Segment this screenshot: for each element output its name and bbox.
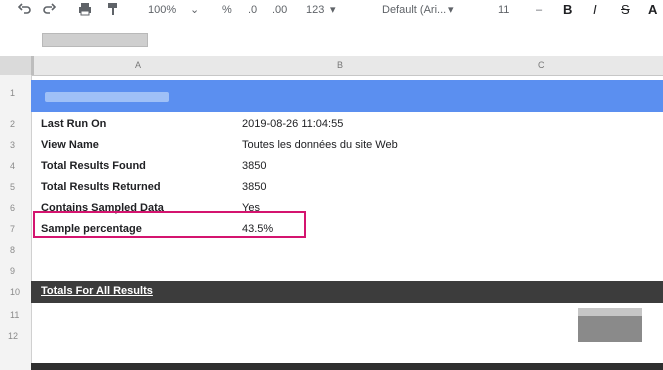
row-number[interactable]: 10: [0, 287, 31, 297]
label-total-results-returned[interactable]: Total Results Returned: [41, 181, 161, 193]
column-a-header[interactable]: A: [135, 60, 141, 70]
blurred-report-title: [45, 92, 169, 102]
label-view-name[interactable]: View Name: [41, 139, 99, 151]
value-total-results-returned[interactable]: 3850: [242, 181, 266, 193]
value-view-name[interactable]: Toutes les données du site Web: [242, 139, 398, 151]
row-number[interactable]: 6: [0, 203, 31, 213]
totals-header-label[interactable]: Totals For All Results: [41, 285, 153, 297]
column-c-header[interactable]: C: [538, 60, 545, 70]
blurred-cell-top: [578, 308, 642, 316]
more-formats-button[interactable]: 123: [306, 2, 324, 18]
redo-icon[interactable]: [42, 2, 56, 18]
value-last-run-on[interactable]: 2019-08-26 11:04:55: [242, 118, 343, 130]
report-header-band: [31, 80, 663, 112]
chevron-down-icon[interactable]: ▾: [448, 2, 454, 18]
row-number[interactable]: 11: [0, 310, 31, 320]
formula-bar: [0, 22, 663, 57]
label-last-run-on[interactable]: Last Run On: [41, 118, 106, 130]
chevron-down-icon[interactable]: ▾: [330, 2, 336, 18]
row-number[interactable]: 12: [0, 331, 31, 341]
label-total-results-found[interactable]: Total Results Found: [41, 160, 146, 172]
print-icon[interactable]: [78, 2, 92, 18]
row-number[interactable]: 2: [0, 119, 31, 129]
percent-format-button[interactable]: %: [222, 2, 232, 18]
toolbar: 100% ⌄ % .0 .00 123 ▾ Default (Ari... ▾ …: [0, 0, 663, 22]
bottom-grid-band: [31, 363, 663, 370]
row-number[interactable]: 5: [0, 182, 31, 192]
row-number[interactable]: 4: [0, 161, 31, 171]
name-box[interactable]: [42, 33, 148, 47]
strikethrough-button[interactable]: S: [621, 2, 630, 18]
zoom-select[interactable]: 100%: [148, 2, 176, 18]
row-number[interactable]: 9: [0, 266, 31, 276]
highlight-annotation-box: [33, 211, 306, 238]
row-number[interactable]: 8: [0, 245, 31, 255]
row-number[interactable]: 1: [0, 88, 31, 98]
minus-icon: –: [536, 4, 543, 16]
column-b-header[interactable]: B: [337, 60, 343, 70]
bold-button[interactable]: B: [563, 2, 572, 18]
totals-header-band: Totals For All Results: [31, 281, 663, 303]
text-color-button[interactable]: A: [648, 2, 657, 18]
column-header: A B C: [0, 56, 663, 76]
italic-button[interactable]: I: [593, 2, 597, 18]
blurred-cell-block: [578, 308, 642, 342]
font-select[interactable]: Default (Ari...: [382, 2, 446, 18]
decimal-decrease-button[interactable]: .0: [248, 2, 257, 18]
decimal-increase-button[interactable]: .00: [272, 2, 287, 18]
select-all-corner[interactable]: [0, 56, 34, 75]
undo-icon[interactable]: [18, 2, 32, 18]
chevron-down-icon[interactable]: ⌄: [190, 2, 199, 18]
row-number[interactable]: 3: [0, 140, 31, 150]
font-size-select[interactable]: 11: [498, 2, 509, 18]
paint-format-icon[interactable]: [107, 2, 119, 18]
value-total-results-found[interactable]: 3850: [242, 160, 266, 172]
row-number[interactable]: 7: [0, 224, 31, 234]
